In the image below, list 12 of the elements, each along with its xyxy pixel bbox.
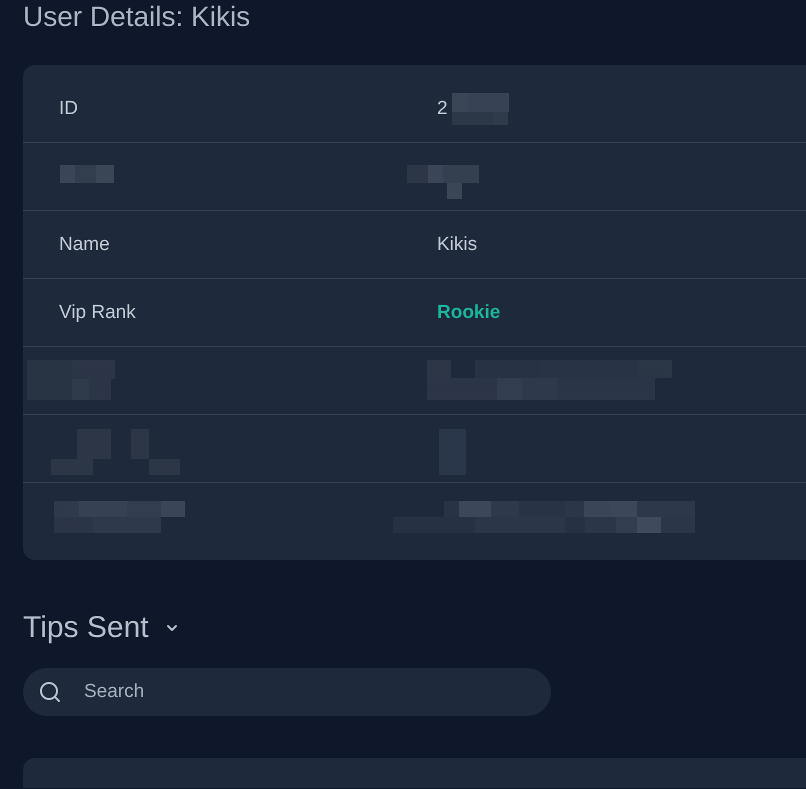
pixelated-redaction [60,164,114,182]
detail-value: Kikis [437,234,478,256]
rank-value: Rookie [437,302,500,324]
detail-label: Vip Rank [59,302,136,324]
detail-label: Name [59,234,110,256]
search-icon [38,680,62,704]
detail-label: ID [59,98,78,120]
pixelated-redaction [407,164,479,198]
detail-value: 2 [437,98,448,120]
page-title: User Details: Kikis [23,0,250,33]
search-field[interactable]: Search [23,668,551,716]
section-title: Tips Sent [23,610,149,646]
